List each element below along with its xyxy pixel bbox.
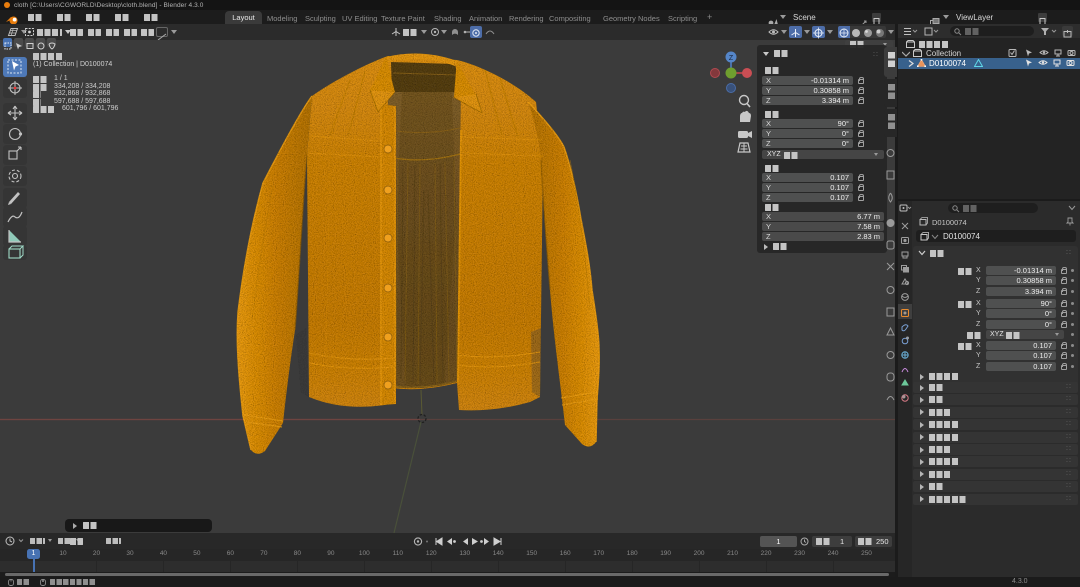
svg-text:Z: Z [729,55,734,62]
